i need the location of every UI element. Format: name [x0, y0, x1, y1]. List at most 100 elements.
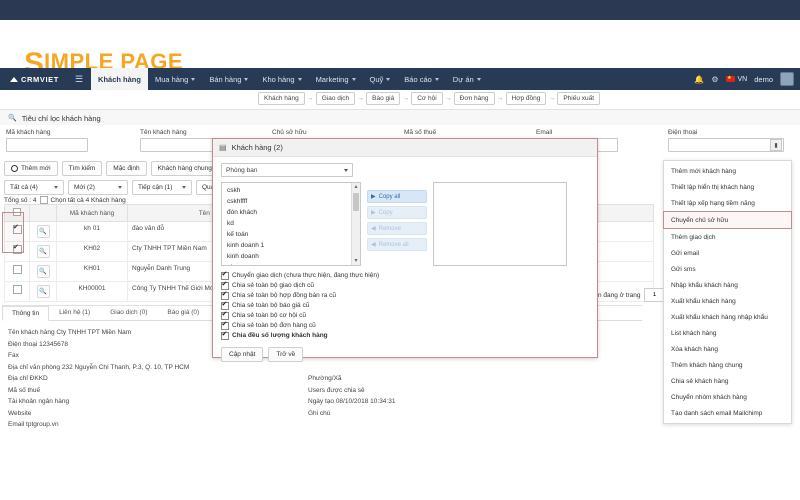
tab-bao-gia[interactable]: Báo giá (0) [157, 305, 209, 320]
dien-thoai-input[interactable]: ▮ [668, 138, 784, 152]
tab-thong-tin[interactable]: Thông tin [2, 306, 50, 321]
list-scrollbar[interactable]: ▴ ▾ [351, 183, 360, 265]
row-view-cell[interactable]: 🔍 [29, 261, 57, 282]
chip-giao-dich[interactable]: Giao dịch [315, 92, 356, 105]
option-row[interactable]: Chuyển giao dịch (chưa thực hiện, đang t… [221, 270, 589, 281]
available-list[interactable]: cskh cskhffff đón khách kd kế toán kinh … [221, 182, 361, 266]
row-checkbox[interactable] [12, 265, 22, 274]
menu-xuat-khau-nhap-khau[interactable]: Xuất khẩu khách hàng nhập khẩu [664, 309, 791, 325]
row-checkbox[interactable] [12, 243, 22, 254]
option-checkbox[interactable] [221, 330, 229, 340]
remove-all-button[interactable]: ◀ Remove all [367, 238, 427, 251]
select-all-checkbox[interactable] [39, 196, 48, 204]
menu-chuyen-nhom-khach-hang[interactable]: Chuyển nhóm khách hàng [664, 389, 791, 405]
row-checkbox-cell[interactable] [4, 261, 30, 282]
nav-item-mua-hang[interactable]: Mua hàng [148, 68, 202, 90]
nav-item-bao-cao[interactable]: Báo cáo [397, 68, 446, 90]
tab-giao-dich[interactable]: Giao dịch (0) [100, 305, 157, 320]
list-item[interactable]: kế toán [222, 229, 360, 240]
row-view-cell[interactable]: 🔍 [29, 221, 57, 242]
menu-chia-se-khach-hang[interactable]: Chia sẻ khách hàng [664, 373, 791, 389]
nav-item-marketing[interactable]: Marketing [309, 68, 363, 90]
row-view-cell[interactable]: 🔍 [29, 281, 57, 302]
menu-gui-sms[interactable]: Gửi sms [664, 261, 791, 277]
crmviet-brand[interactable]: CRMVIET [0, 75, 67, 84]
hamburger-icon[interactable]: ☰ [67, 74, 91, 85]
header-checkbox[interactable] [13, 208, 21, 216]
view-icon[interactable]: 🔍 [36, 265, 50, 278]
menu-chuyen-chu-so-huu[interactable]: Chuyển chủ sở hữu [663, 211, 792, 229]
option-row[interactable]: Chia sẻ toàn bộ hợp đồng bán ra cũ [221, 290, 589, 301]
option-row[interactable]: Chia sẻ toàn bộ cơ hội cũ [221, 310, 589, 321]
gear-icon[interactable]: ⚙ [711, 75, 718, 84]
row-checkbox-cell[interactable] [4, 221, 30, 242]
select-moi[interactable]: Mới (2) [68, 180, 128, 195]
row-checkbox[interactable] [12, 285, 22, 294]
row-checkbox[interactable] [12, 223, 22, 234]
them-moi-button[interactable]: Thêm mới [4, 161, 58, 176]
select-tat-ca[interactable]: Tất cả (4) [4, 180, 64, 195]
option-row[interactable]: Chia sẻ toàn bộ báo giá cũ [221, 300, 589, 311]
menu-xuat-khau-khach-hang[interactable]: Xuất khẩu khách hàng [664, 293, 791, 309]
menu-xoa-khach-hang[interactable]: Xóa khách hàng [664, 341, 791, 357]
menu-thiet-lap-hien-thi[interactable]: Thiết lập hiển thị khách hàng [664, 179, 791, 195]
list-item[interactable]: kinh doanh 1 [222, 240, 360, 251]
menu-tao-danh-sach-mailchimp[interactable]: Tạo danh sách email Mailchimp [664, 405, 791, 421]
menu-them-khach-hang-chung[interactable]: Thêm khách hàng chung [664, 357, 791, 373]
scroll-up-icon[interactable]: ▴ [352, 183, 360, 191]
select-tiep-can[interactable]: Tiếp cận (1) [132, 180, 192, 195]
scrollbar-thumb[interactable] [353, 193, 359, 211]
chip-hop-dong[interactable]: Hợp đồng [505, 92, 547, 105]
row-view-cell[interactable]: 🔍 [29, 241, 57, 262]
list-item[interactable]: đón khách [222, 207, 360, 218]
tim-kiem-button[interactable]: Tìm kiếm [61, 161, 103, 176]
copy-button[interactable]: ▶ Copy [367, 206, 427, 219]
bell-icon[interactable]: 🔔 [694, 75, 704, 84]
chip-bao-gia[interactable]: Báo giá [366, 92, 401, 105]
khach-hang-chung-button[interactable]: Khách hàng chung [150, 161, 219, 176]
list-item[interactable]: kd [222, 218, 360, 229]
chip-phieu-xuat[interactable]: Phiếu xuất [557, 92, 601, 105]
ten-khach-hang-input[interactable] [140, 138, 222, 152]
scroll-down-icon[interactable]: ▾ [352, 257, 360, 265]
chip-khach-hang[interactable]: Khách hàng [258, 92, 305, 105]
tro-ve-button[interactable]: Trở về [268, 347, 304, 362]
col-select-all[interactable] [4, 204, 30, 222]
list-item[interactable]: cskh [222, 185, 360, 196]
list-item[interactable]: kinh doanh [222, 251, 360, 262]
ma-khach-hang-input[interactable] [6, 138, 88, 152]
tab-lien-he[interactable]: Liên hệ (1) [49, 305, 100, 320]
menu-list-khach-hang[interactable]: List khách hàng [664, 325, 791, 341]
row-checkbox-cell[interactable] [4, 241, 30, 262]
chip-don-hang[interactable]: Đơn hàng [453, 92, 495, 105]
menu-gui-email[interactable]: Gửi email [664, 245, 791, 261]
language-switcher[interactable]: VN [725, 74, 747, 83]
cap-nhat-button[interactable]: Cập nhật [221, 347, 264, 362]
menu-thiet-lap-xep-hang[interactable]: Thiết lập xếp hạng tiềm năng [664, 195, 791, 211]
chip-co-hoi[interactable]: Cơ hội [411, 92, 443, 105]
menu-them-giao-dich[interactable]: Thêm giao dịch [664, 229, 791, 245]
phone-picker-icon[interactable]: ▮ [770, 139, 782, 151]
menu-them-moi-khach-hang[interactable]: Thêm mới khách hàng [664, 163, 791, 179]
nav-item-kho-hang[interactable]: Kho hàng [255, 68, 308, 90]
avatar[interactable] [780, 72, 794, 86]
list-item[interactable]: cskhffff [222, 196, 360, 207]
nav-item-du-an[interactable]: Dự án [446, 68, 488, 90]
nav-item-ban-hang[interactable]: Bán hàng [202, 68, 255, 90]
view-icon[interactable]: 🔍 [36, 225, 50, 238]
copy-all-button[interactable]: ▶ Copy all [367, 190, 427, 203]
phong-ban-dropdown[interactable]: Phòng ban [221, 163, 353, 177]
nav-item-quy[interactable]: Quỹ [363, 68, 398, 90]
selected-list[interactable] [433, 182, 567, 266]
nav-item-khach-hang[interactable]: Khách hàng [91, 68, 148, 90]
view-icon[interactable]: 🔍 [36, 285, 50, 298]
col-ma-khach-hang[interactable]: Mã khách hàng [56, 204, 128, 222]
remove-button[interactable]: ◀ Remove [367, 222, 427, 235]
list-item[interactable]: phong a [222, 262, 360, 265]
option-row[interactable]: Chia đều số lượng khách hàng [221, 330, 589, 341]
menu-nhap-khau-khach-hang[interactable]: Nhập khẩu khách hàng [664, 277, 791, 293]
option-row[interactable]: Chia sẻ toàn bộ đơn hàng cũ [221, 320, 589, 331]
option-row[interactable]: Chia sẻ toàn bộ giao dịch cũ [221, 280, 589, 291]
view-icon[interactable]: 🔍 [36, 245, 50, 258]
mac-dinh-button[interactable]: Mặc định [106, 161, 147, 176]
